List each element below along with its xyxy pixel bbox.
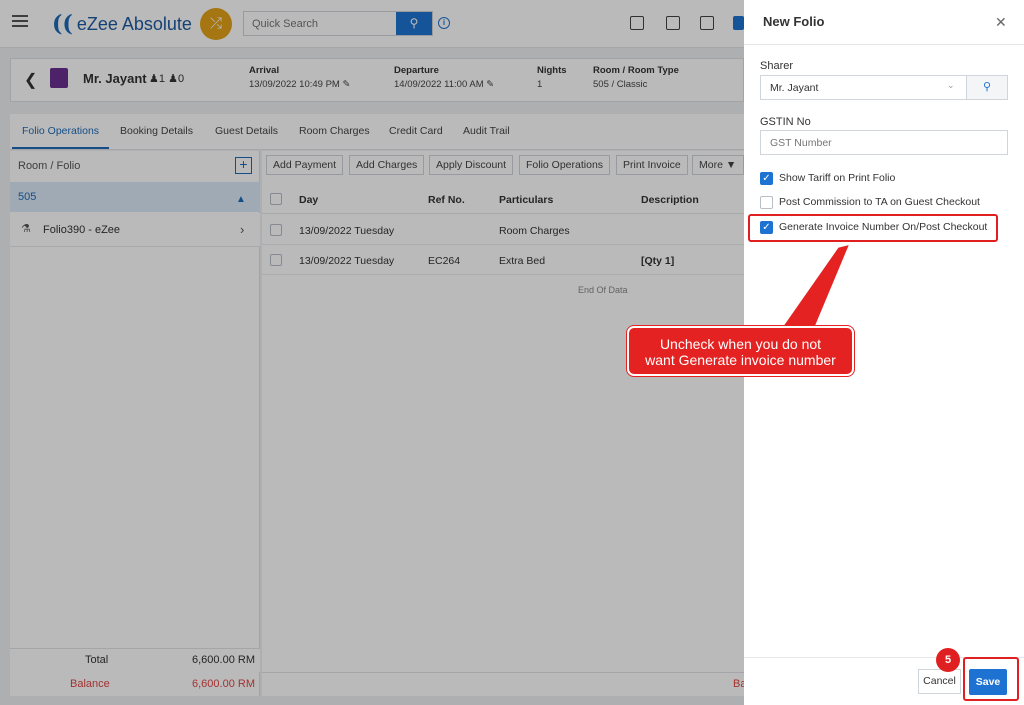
drawer-title: New Folio (763, 14, 825, 29)
divider (744, 44, 1024, 45)
search-icon: ⚲ (982, 81, 992, 93)
show-tariff-checkbox[interactable]: ✓ (760, 172, 773, 185)
sharer-label: Sharer (760, 60, 794, 72)
save-button[interactable]: Save (969, 669, 1007, 695)
show-tariff-label: Show Tariff on Print Folio (779, 172, 896, 184)
callout-line-2: want Generate invoice number (645, 352, 836, 368)
callout-line-1: Uncheck when you do not (659, 336, 822, 352)
gstin-input[interactable] (760, 130, 1008, 155)
annotation-callout: Uncheck when you do not want Generate in… (627, 326, 854, 376)
cancel-button[interactable]: Cancel (918, 669, 961, 694)
highlight-box (748, 214, 998, 242)
gstin-label: GSTIN No (760, 116, 811, 128)
sharer-value: Mr. Jayant (770, 82, 819, 94)
close-icon[interactable]: ✕ (995, 14, 1007, 31)
sharer-search-button[interactable]: ⚲ (966, 75, 1008, 100)
chevron-down-icon[interactable]: ⌄ (947, 80, 955, 91)
post-commission-checkbox[interactable] (760, 196, 773, 209)
post-commission-label: Post Commission to TA on Guest Checkout (779, 196, 980, 208)
step-badge: 5 (936, 648, 960, 672)
